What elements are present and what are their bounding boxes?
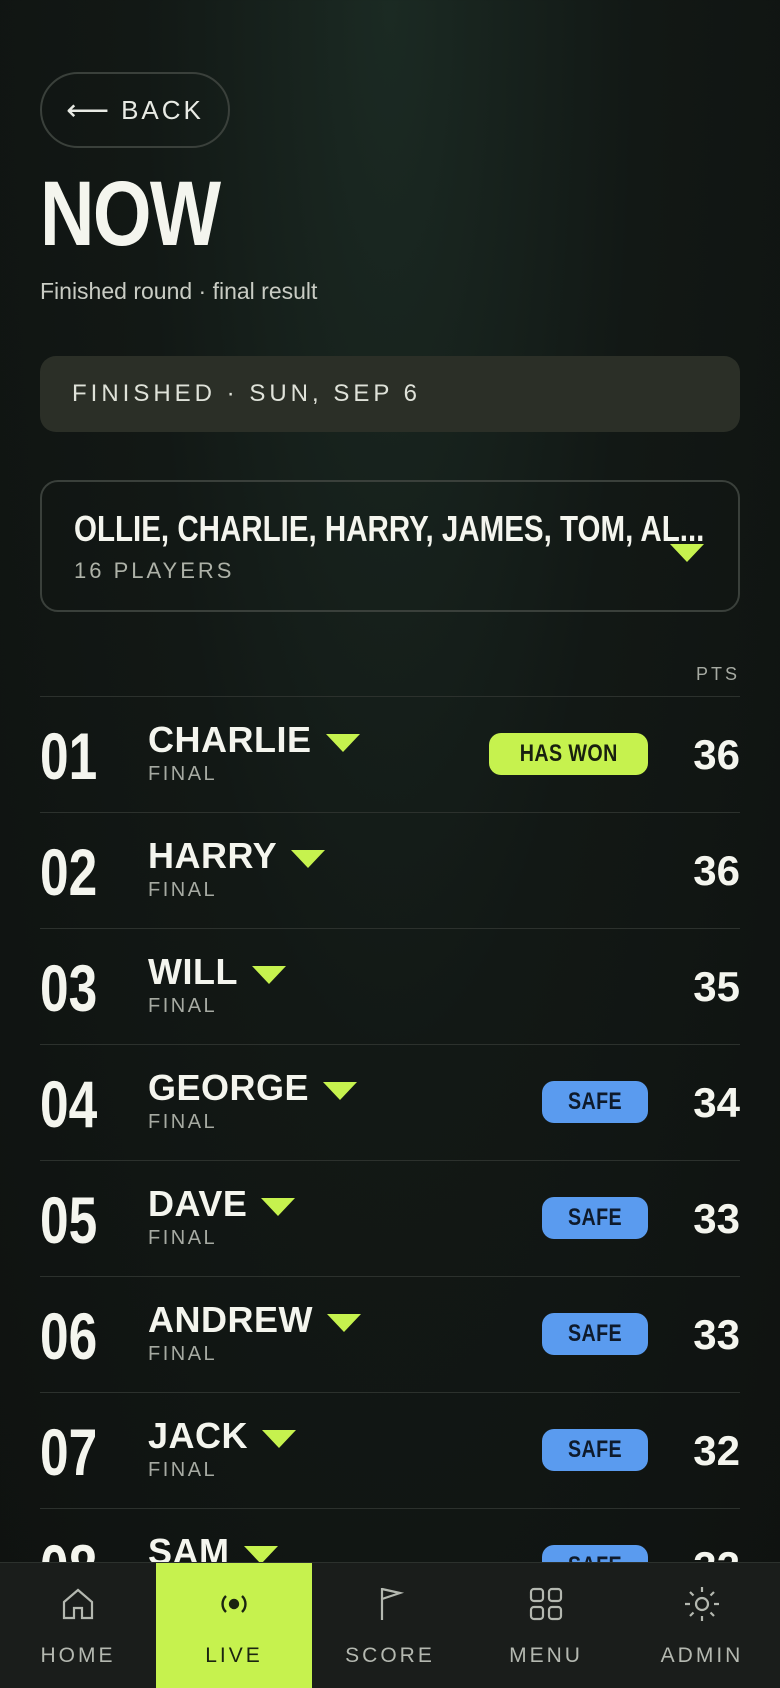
player-name: ANDREW <box>148 1299 313 1340</box>
player-rank: 03 <box>40 951 98 1025</box>
player-name: GEORGE <box>148 1067 310 1108</box>
home-icon <box>58 1584 98 1630</box>
points-column-header: PTS <box>695 664 740 684</box>
leaderboard-row[interactable]: 06 ANDREW FINAL SAFE 33 <box>40 1276 740 1392</box>
player-name: HARRY <box>148 835 278 876</box>
sun-icon <box>682 1584 722 1630</box>
player-rank: 02 <box>40 835 98 909</box>
player-rank: 05 <box>40 1183 98 1257</box>
status-badge-label: SAFE <box>567 1204 623 1231</box>
status-badge: HAS WON <box>488 733 648 775</box>
leaderboard-row[interactable]: 05 DAVE FINAL SAFE 33 <box>40 1160 740 1276</box>
player-points: 36 <box>693 847 740 894</box>
chevron-down-icon[interactable] <box>325 734 360 752</box>
grid-icon <box>526 1584 566 1630</box>
player-info: WILL FINAL <box>148 951 286 1018</box>
group-selector[interactable]: OLLIE, CHARLIE, HARRY, JAMES, TOM, AL...… <box>40 480 740 612</box>
live-icon <box>214 1584 254 1630</box>
player-status: FINAL <box>148 763 218 785</box>
player-points: 36 <box>693 731 740 778</box>
player-name: DAVE <box>148 1183 248 1224</box>
arrow-left-icon: ⟵ <box>66 93 110 127</box>
group-player-count: 16 PLAYERS <box>74 558 235 583</box>
nav-item-label: MENU <box>509 1644 583 1667</box>
round-status-text: FINISHED · SUN, SEP 6 <box>72 380 421 407</box>
player-name: WILL <box>148 951 238 992</box>
player-info: HARRY FINAL <box>148 835 326 902</box>
player-rank: 06 <box>40 1299 98 1373</box>
status-badge: SAFE <box>541 1081 648 1123</box>
chevron-down-icon[interactable] <box>262 1430 297 1448</box>
leaderboard-row[interactable]: 07 JACK FINAL SAFE 32 <box>40 1392 740 1508</box>
leaderboard-row[interactable]: 02 HARRY FINAL 36 <box>40 812 740 928</box>
bottom-nav: HOME LIVE SCORE MENU ADMIN <box>0 1562 780 1688</box>
nav-item-score[interactable]: SCORE <box>312 1563 468 1688</box>
chevron-down-icon[interactable] <box>251 966 286 984</box>
player-rank: 07 <box>40 1415 98 1489</box>
round-status-bar: FINISHED · SUN, SEP 6 <box>40 356 740 432</box>
status-badge: SAFE <box>541 1429 648 1471</box>
nav-item-label: LIVE <box>205 1644 263 1667</box>
page-subtitle: Finished round · final result <box>40 278 318 304</box>
player-points: 34 <box>693 1079 740 1126</box>
flag-icon <box>370 1584 410 1630</box>
player-info: JACK FINAL <box>148 1415 297 1482</box>
nav-item-label: SCORE <box>345 1644 435 1667</box>
leaderboard-list: 01 CHARLIE FINAL HAS WON 36 02 HARRY FIN… <box>40 696 740 1624</box>
nav-item-live[interactable]: LIVE <box>156 1563 312 1688</box>
chevron-down-icon <box>670 544 704 562</box>
player-rank: 04 <box>40 1067 98 1141</box>
player-name: CHARLIE <box>148 719 312 760</box>
chevron-down-icon[interactable] <box>326 1314 361 1332</box>
player-points: 33 <box>693 1311 740 1358</box>
status-badge-label: HAS WON <box>519 740 618 767</box>
nav-item-label: ADMIN <box>660 1644 744 1667</box>
player-name: JACK <box>148 1415 249 1456</box>
page-title: NOW <box>40 163 221 265</box>
nav-item-home[interactable]: HOME <box>0 1563 156 1688</box>
player-points: 33 <box>693 1195 740 1242</box>
status-badge: SAFE <box>541 1313 648 1355</box>
player-points: 32 <box>693 1427 740 1474</box>
status-badge-label: SAFE <box>567 1320 623 1347</box>
player-info: CHARLIE FINAL <box>148 719 360 786</box>
player-points: 35 <box>693 963 740 1010</box>
leaderboard-row[interactable]: 01 CHARLIE FINAL HAS WON 36 <box>40 696 740 812</box>
player-status: FINAL <box>148 1343 218 1365</box>
player-rank: 01 <box>40 719 98 793</box>
group-player-names: OLLIE, CHARLIE, HARRY, JAMES, TOM, AL... <box>74 508 705 549</box>
player-status: FINAL <box>148 1111 218 1133</box>
chevron-down-icon[interactable] <box>291 850 326 868</box>
chevron-down-icon[interactable] <box>261 1198 296 1216</box>
nav-item-menu[interactable]: MENU <box>468 1563 624 1688</box>
player-info: DAVE FINAL <box>148 1183 296 1250</box>
chevron-down-icon[interactable] <box>323 1082 358 1100</box>
back-button[interactable]: ⟵ BACK <box>40 72 230 148</box>
player-info: ANDREW FINAL <box>148 1299 361 1366</box>
status-badge: SAFE <box>541 1197 648 1239</box>
leaderboard-row[interactable]: 03 WILL FINAL 35 <box>40 928 740 1044</box>
status-badge-label: SAFE <box>567 1436 623 1463</box>
player-status: FINAL <box>148 995 218 1017</box>
player-status: FINAL <box>148 1227 218 1249</box>
player-status: FINAL <box>148 879 218 901</box>
player-status: FINAL <box>148 1459 218 1481</box>
player-info: GEORGE FINAL <box>148 1067 358 1134</box>
back-label: BACK <box>121 94 204 125</box>
nav-item-label: HOME <box>40 1644 116 1667</box>
nav-item-admin[interactable]: ADMIN <box>624 1563 780 1688</box>
leaderboard-row[interactable]: 04 GEORGE FINAL SAFE 34 <box>40 1044 740 1160</box>
status-badge-label: SAFE <box>567 1088 623 1115</box>
